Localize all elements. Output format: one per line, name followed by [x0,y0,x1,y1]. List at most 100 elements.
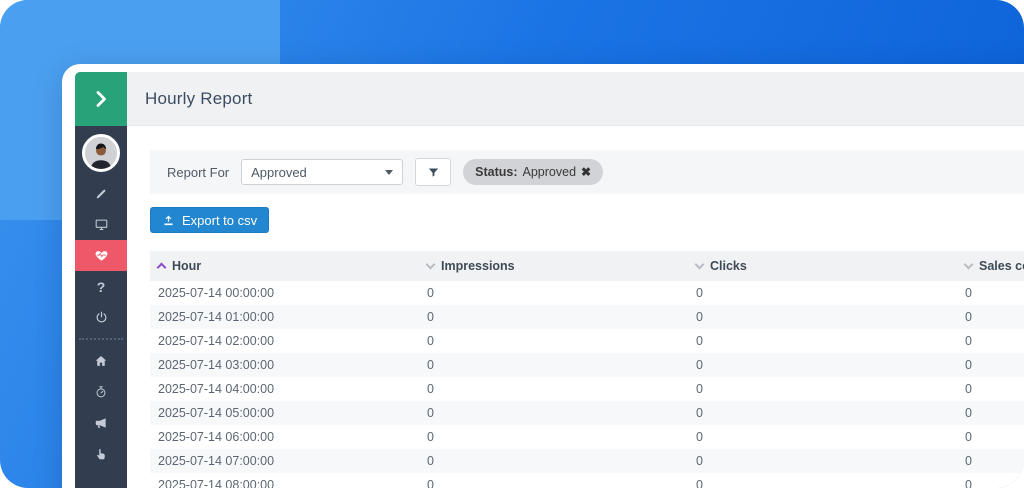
column-header-clicks[interactable]: Clicks [688,259,957,273]
cell-clicks: 0 [696,430,703,444]
cell-impressions: 0 [427,454,434,468]
megaphone-icon [94,416,108,430]
toolbar: Export to csv [150,207,1024,233]
sidebar-toggle-button[interactable] [75,72,127,126]
cell-impressions: 0 [427,310,434,324]
sidebar-item-announcements[interactable] [75,407,127,438]
sidebar-item-timer[interactable] [75,376,127,407]
table-row: 2025-07-14 06:00:00 0 0 0 [150,425,1024,449]
cell-hour: 2025-07-14 05:00:00 [158,406,275,420]
pencil-icon [94,187,108,201]
table-row: 2025-07-14 07:00:00 0 0 0 [150,449,1024,473]
sort-icon [963,259,974,269]
report-for-label: Report For [167,164,230,180]
cell-impressions: 0 [427,382,434,396]
cell-hour: 2025-07-14 03:00:00 [158,358,275,372]
sidebar-item-home[interactable] [75,345,127,376]
question-mark-icon: ? [96,278,106,295]
table-row: 2025-07-14 08:00:00 0 0 0 [150,473,1024,488]
chip-prefix: Status: [475,165,518,179]
cell-hour: 2025-07-14 02:00:00 [158,334,275,348]
cell-clicks: 0 [696,478,703,488]
app-window: Hourly Report ? Report For Approved Stat… [62,64,1024,488]
main-content: Report For Approved Status: Approved ✖ E… [127,126,1024,488]
cell-hour: 2025-07-14 08:00:00 [158,478,275,488]
cell-impressions: 0 [427,286,434,300]
cell-sales-count: 0 [965,406,972,420]
cell-clicks: 0 [696,358,703,372]
table-body: 2025-07-14 00:00:00 0 0 0 2025-07-14 01:… [150,281,1024,488]
filter-button[interactable] [415,158,452,186]
cell-clicks: 0 [696,454,703,468]
window-header: Hourly Report [127,72,1024,126]
upload-icon [162,214,175,227]
cell-sales-count: 0 [965,310,972,324]
column-header-hour[interactable]: Hour [150,259,419,273]
funnel-icon [427,166,440,179]
cell-sales-count: 0 [965,358,972,372]
cell-hour: 2025-07-14 06:00:00 [158,430,275,444]
home-icon [94,354,108,368]
hourly-report-table: Hour Impressions Clicks Sales count [150,251,1024,488]
table-row: 2025-07-14 01:00:00 0 0 0 [150,305,1024,329]
table-row: 2025-07-14 02:00:00 0 0 0 [150,329,1024,353]
chevron-down-icon [385,169,394,175]
sidebar-item-monitor[interactable] [75,209,127,240]
table-row: 2025-07-14 04:00:00 0 0 0 [150,377,1024,401]
page-background: Hourly Report ? Report For Approved Stat… [0,0,1024,488]
cell-hour: 2025-07-14 00:00:00 [158,286,275,300]
sidebar-item-edit[interactable] [75,178,127,209]
table-header-row: Hour Impressions Clicks Sales count [150,251,1024,281]
cell-impressions: 0 [427,358,434,372]
sort-icon [694,259,705,269]
sidebar-item-power[interactable] [75,302,127,333]
column-header-impressions[interactable]: Impressions [419,259,688,273]
table-row: 2025-07-14 03:00:00 0 0 0 [150,353,1024,377]
cell-hour: 2025-07-14 01:00:00 [158,310,275,324]
sort-icon [425,259,436,269]
status-filter-chip[interactable]: Status: Approved ✖ [463,159,604,185]
report-for-select[interactable]: Approved [241,159,404,185]
sort-asc-icon [156,262,167,273]
cell-hour: 2025-07-14 07:00:00 [158,454,275,468]
cell-clicks: 0 [696,382,703,396]
cell-hour: 2025-07-14 04:00:00 [158,382,275,396]
column-header-sales-count[interactable]: Sales count [957,259,1024,273]
window-body: ? Report For Approved Status: Approved ✖… [75,126,1024,488]
page-title: Hourly Report [145,88,253,108]
power-icon [94,310,109,325]
table-row: 2025-07-14 05:00:00 0 0 0 [150,401,1024,425]
hand-pointer-icon [94,447,108,461]
cell-clicks: 0 [696,286,703,300]
table-row: 2025-07-14 00:00:00 0 0 0 [150,281,1024,305]
cell-clicks: 0 [696,334,703,348]
close-icon[interactable]: ✖ [581,165,591,179]
cell-sales-count: 0 [965,430,972,444]
cell-impressions: 0 [427,334,434,348]
cell-impressions: 0 [427,478,434,488]
heart-pulse-icon [94,248,109,263]
user-avatar[interactable] [82,134,120,172]
sidebar-item-health-active[interactable] [75,240,127,271]
cell-sales-count: 0 [965,334,972,348]
cell-sales-count: 0 [965,286,972,300]
window-top: Hourly Report [75,72,1024,126]
cell-clicks: 0 [696,406,703,420]
export-csv-label: Export to csv [182,212,258,228]
sidebar-item-pointer[interactable] [75,438,127,469]
cell-impressions: 0 [427,430,434,444]
monitor-icon [94,217,109,232]
cell-impressions: 0 [427,406,434,420]
sidebar-item-help[interactable]: ? [75,271,127,302]
stopwatch-icon [94,385,108,399]
cell-sales-count: 0 [965,382,972,396]
chevron-right-icon [89,87,113,111]
export-csv-button[interactable]: Export to csv [150,207,270,233]
chip-value: Approved [522,165,577,179]
cell-sales-count: 0 [965,454,972,468]
cell-clicks: 0 [696,310,703,324]
report-for-selected-value: Approved [251,164,307,180]
filter-bar: Report For Approved Status: Approved ✖ [150,150,1024,194]
sidebar-divider [79,338,123,340]
sidebar: ? [75,126,127,488]
